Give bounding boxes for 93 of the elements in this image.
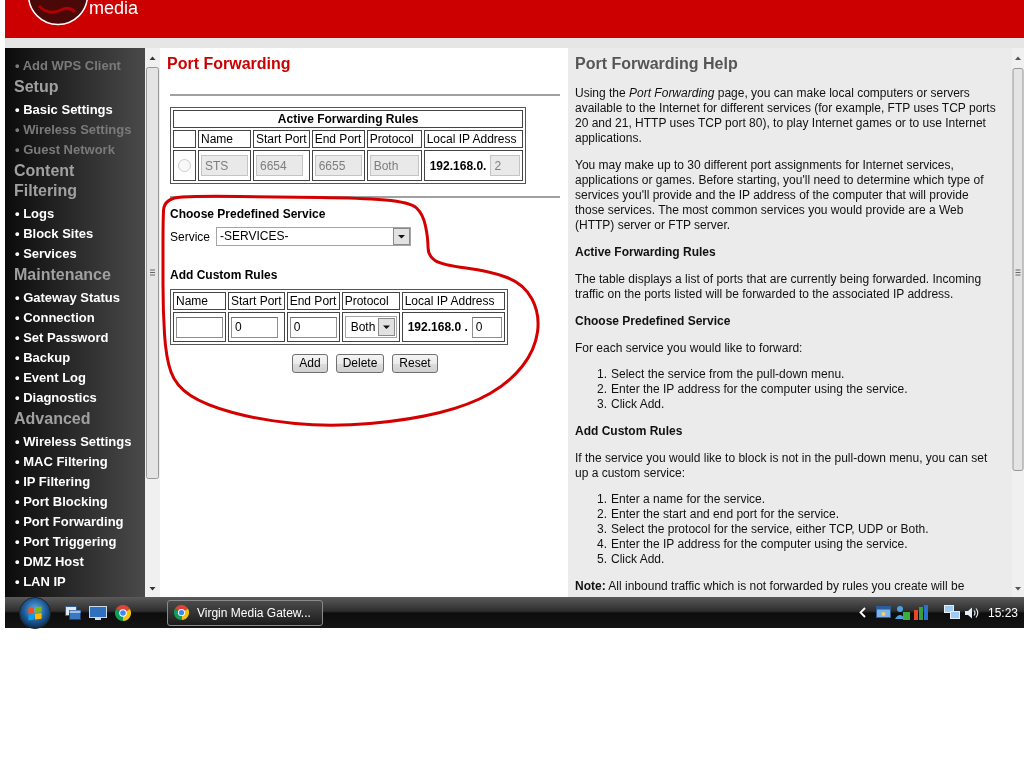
list-number: 5. [596,552,608,567]
sidebar-link[interactable]: • Backup [15,348,71,368]
list-item-text: Enter a name for the service. [611,492,766,507]
sidebar-link[interactable]: • Port Triggering [15,532,117,552]
taskbar-button[interactable]: Virgin Media Gatew... [167,599,323,626]
desktop-icon[interactable] [89,605,107,620]
sidebar-link[interactable]: • Block Sites [15,224,94,244]
column-header: Local IP Address [423,130,524,148]
sidebar-link[interactable]: • Set Password [15,328,109,348]
sidebar-link[interactable]: • Diagnostics [15,388,97,408]
scrollbar[interactable] [145,48,160,597]
caret-icon [393,228,410,245]
sidebar-link[interactable]: • Gateway Status [15,288,120,308]
windows-stack-icon[interactable] [65,605,81,620]
list-item-text: Click Add. [611,552,665,567]
sidebar-heading: Maintenance [14,265,111,285]
help-paragraph: Using the Port Forwarding page, you can make local computers or servers available to the Internet for different services (for example, FTP uses TCP ports 20 and 21, HTTP uses TCP port 80), to play Internet games or to use Internet applications. [575,86,997,146]
list-item-text: Enter the IP address for the computer using the service. [611,382,908,397]
sidebar-heading: Content Filtering [14,161,79,201]
sidebar-link[interactable]: • Basic Settings [15,100,113,120]
sidebar-heading: Setup [14,77,59,97]
name-field[interactable] [176,316,223,338]
column-header: Start Port [253,130,310,148]
list-item-text: Enter the start and end port for the service. [611,507,840,522]
help-paragraph: You may make up to 30 different port assignments for Internet services, applications or games. Before starting, you'll need to determine which type of services you'll provide and the IP address of the computer that will provide those services. The most common services you would provide are a Web (HTTP) server or FTP server. [575,158,985,233]
table-title: Active Forwarding Rules [173,110,524,128]
delete-button[interactable]: Delete [335,354,385,373]
column-header: Protocol [341,292,400,310]
sidebar-link[interactable]: • Event Log [15,368,86,388]
help-paragraph: Note: All inbound traffic which is not forwarded by rules you create will be [575,579,966,594]
column-header: Local IP Address [401,292,505,310]
start-button[interactable] [19,596,51,629]
column-header: End Port [286,292,340,310]
help-heading: Choose Predefined Service [575,314,731,329]
column-header: Name [173,292,226,310]
start-port-field[interactable]: 0 [231,316,278,338]
service-select[interactable]: -SERVICES- [216,227,411,246]
list-item-text: Select the protocol for the service, either TCP, UDP or Both. [611,522,929,537]
browser-icon [174,605,189,620]
sidebar-link[interactable]: • IP Filtering [15,472,91,492]
scrollbar[interactable] [1012,48,1024,597]
sidebar-link[interactable]: • MAC Filtering [15,452,108,472]
field-label: Service [170,228,210,246]
sidebar-link[interactable]: • Logs [15,204,55,224]
caret-icon [377,318,395,336]
reset-button[interactable]: Reset [392,354,438,373]
sidebar-link[interactable]: • Port Blocking [15,492,108,512]
speaker-icon[interactable] [963,605,979,620]
network-icon[interactable] [943,605,960,620]
sidebar-link[interactable]: • Connection [15,308,95,328]
protocol-select[interactable]: Both [344,316,397,338]
user-icon[interactable] [894,605,910,620]
add-button[interactable]: Add [292,354,328,373]
list-number: 4. [596,537,608,552]
help-heading: Active Forwarding Rules [575,245,716,260]
column-header: Name [198,130,251,148]
list-number: 2. [596,507,608,522]
browser-icon[interactable] [115,604,131,621]
list-number: 1. [596,492,608,507]
help-paragraph: If the service you would like to block is not in the pull-down menu, you can set up a custom service: [575,451,989,481]
bars-icon[interactable] [913,605,928,620]
column-header: Protocol [366,130,422,148]
chevron-icon[interactable] [858,607,866,618]
sidebar-heading: Advanced [14,409,91,429]
column-header: Start Port [228,292,285,310]
list-item-text: Click Add. [611,397,665,412]
sidebar-link[interactable]: • LAN IP [15,572,66,592]
section-heading: Add Custom Rules [170,268,278,283]
sidebar-link[interactable]: • DMZ Host [15,552,84,572]
sidebar-link[interactable]: • Wireless Settings [15,432,132,452]
sidebar-link[interactable]: • Services [15,244,77,264]
window-icon[interactable] [875,605,891,620]
section-heading: Choose Predefined Service [170,207,326,222]
column-header: End Port [311,130,365,148]
help-heading: Add Custom Rules [575,424,683,439]
end-port-field[interactable]: 0 [289,316,337,338]
clock: 15:23 [987,604,1018,622]
list-number: 3. [596,522,608,537]
sidebar-link[interactable]: • Port Forwarding [15,512,124,532]
list-number: 1. [596,367,608,382]
ip-prefix: 192.168.0 . [406,319,469,335]
page-title: Port Forwarding [167,55,291,73]
logo-text: media [89,0,139,17]
list-item-text: Select the service from the pull-down menu. [611,367,845,382]
help-paragraph: For each service you would like to forward: [575,341,804,356]
list-number: 3. [596,397,608,412]
help-title: Port Forwarding Help [575,54,738,73]
list-item-text: Enter the IP address for the computer using the service. [611,537,908,552]
list-number: 2. [596,382,608,397]
ip-prefix: 192.168.0. [428,157,488,174]
ip-octet-field[interactable]: 0 [471,316,502,338]
logo-icon [27,0,89,26]
help-paragraph: The table displays a list of ports that are currently being forwarded. Incoming traffic on the ports listed will be forwarded to the associated IP address. [575,272,983,302]
